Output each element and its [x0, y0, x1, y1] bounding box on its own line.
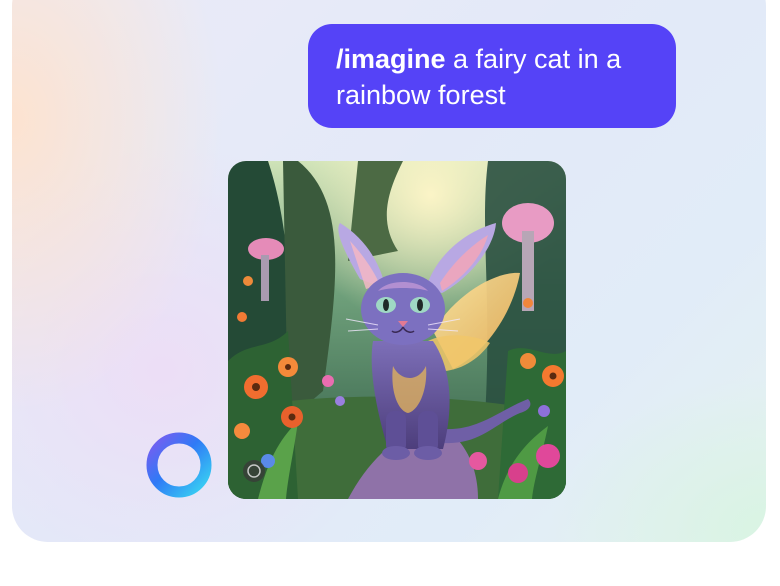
generated-image[interactable] — [228, 161, 566, 499]
command-text: /imagine — [336, 44, 446, 74]
fairy-cat-illustration — [228, 161, 566, 499]
user-message-bubble: /imagine a fairy cat in a rainbow forest — [308, 24, 676, 128]
assistant-avatar-ring-icon — [144, 430, 214, 500]
